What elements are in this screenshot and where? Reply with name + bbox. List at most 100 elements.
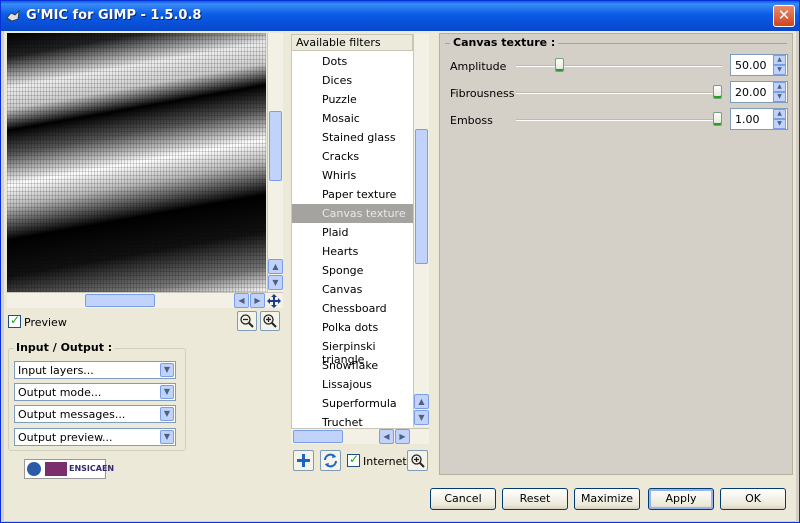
apply-button[interactable]: Apply xyxy=(648,488,714,510)
preview-scroll-left-button[interactable]: ◀ xyxy=(234,293,249,308)
filter-list-item[interactable]: Polka dots xyxy=(292,318,413,337)
preview-checkbox[interactable] xyxy=(8,313,21,328)
preview-horizontal-scrollbar[interactable]: ◀ ▶ xyxy=(7,292,283,308)
refresh-icon xyxy=(324,453,337,468)
filters-scroll-left-button[interactable]: ◀ xyxy=(379,429,394,444)
output-preview-value: Output preview... xyxy=(18,431,113,444)
amplitude-decrement-button[interactable]: ▼ xyxy=(773,65,786,75)
preview-scroll-right-button[interactable]: ▶ xyxy=(250,293,265,308)
refresh-filters-button[interactable] xyxy=(320,450,341,471)
filter-list-item[interactable]: Cracks xyxy=(292,147,413,166)
filter-list-item[interactable]: Hearts xyxy=(292,242,413,261)
add-icon xyxy=(297,454,310,467)
preview-scroll-down-button[interactable]: ▼ xyxy=(268,275,283,290)
preview-scroll-up-button[interactable]: ▲ xyxy=(268,259,283,274)
filters-header: Available filters (361) : xyxy=(291,34,413,62)
emboss-value[interactable]: 1.00 xyxy=(735,113,760,126)
zoom-out-button[interactable] xyxy=(237,311,257,331)
zoom-in-icon xyxy=(411,454,425,468)
filter-list-item[interactable]: Chessboard xyxy=(292,299,413,318)
emboss-decrement-button[interactable]: ▼ xyxy=(773,119,786,129)
filter-search-button[interactable] xyxy=(407,450,428,471)
filter-list-item[interactable]: Superformula xyxy=(292,394,413,413)
gmic-window: G'MIC for GIMP - 1.5.0.8 ✕ ▲ ▼ ◀ ▶ Previ… xyxy=(0,0,800,523)
window-title: G'MIC for GIMP - 1.5.0.8 xyxy=(26,8,202,23)
reset-button[interactable]: Reset xyxy=(502,488,568,510)
filter-list-item[interactable]: Dots xyxy=(292,52,413,71)
move-cross-icon[interactable] xyxy=(267,294,281,308)
amplitude-increment-button[interactable]: ▲ xyxy=(773,55,786,65)
chevron-down-icon[interactable]: ▼ xyxy=(160,430,174,444)
amplitude-spinbox[interactable]: 50.00 ▲ ▼ xyxy=(730,54,788,76)
output-messages-combo[interactable]: Output messages... ▼ xyxy=(14,405,176,423)
chevron-down-icon[interactable]: ▼ xyxy=(160,385,174,399)
emboss-slider-thumb[interactable] xyxy=(713,112,722,126)
filter-list-item[interactable]: Snowflake xyxy=(292,356,413,375)
chevron-down-icon[interactable]: ▼ xyxy=(160,363,174,377)
maximize-button[interactable]: Maximize xyxy=(574,488,640,510)
internet-checkbox[interactable] xyxy=(347,452,360,467)
filters-vertical-scrollbar[interactable]: ▲ ▼ xyxy=(413,34,429,427)
filter-list-item[interactable]: Canvas xyxy=(292,280,413,299)
input-output-title: Input / Output : xyxy=(14,341,115,354)
preview-image[interactable] xyxy=(7,33,266,292)
fibrousness-slider-track[interactable] xyxy=(516,92,722,94)
internet-checkbox-label[interactable]: Internet xyxy=(363,455,407,468)
preview-vertical-scroll-thumb[interactable] xyxy=(269,111,282,181)
filter-list-item[interactable]: Dices xyxy=(292,71,413,90)
filter-list-item[interactable]: Mosaic xyxy=(292,109,413,128)
greyc-logo-mark xyxy=(45,462,67,476)
fibrousness-decrement-button[interactable]: ▼ xyxy=(773,92,786,102)
filter-list-item[interactable]: Lissajous xyxy=(292,375,413,394)
fibrousness-increment-button[interactable]: ▲ xyxy=(773,82,786,92)
input-layers-combo[interactable]: Input layers... ▼ xyxy=(14,361,176,379)
zoom-out-icon xyxy=(240,314,254,328)
title-bar[interactable]: G'MIC for GIMP - 1.5.0.8 ✕ xyxy=(1,1,799,31)
close-button[interactable]: ✕ xyxy=(773,5,795,27)
emboss-spinbox[interactable]: 1.00 ▲ ▼ xyxy=(730,108,788,130)
fibrousness-value[interactable]: 20.00 xyxy=(735,86,767,99)
input-layers-value: Input layers... xyxy=(18,364,94,377)
filters-horizontal-scrollbar[interactable]: ◀ ▶ xyxy=(291,428,429,444)
output-preview-combo[interactable]: Output preview... ▼ xyxy=(14,428,176,446)
amplitude-slider-thumb[interactable] xyxy=(555,58,565,72)
filter-list-item[interactable]: Stained glass xyxy=(292,128,413,147)
filter-list-item[interactable]: Truchet xyxy=(292,413,413,428)
output-mode-combo[interactable]: Output mode... ▼ xyxy=(14,383,176,401)
filter-list-item[interactable]: Paper texture xyxy=(292,185,413,204)
amplitude-value[interactable]: 50.00 xyxy=(735,59,767,72)
fibrousness-spinbox[interactable]: 20.00 ▲ ▼ xyxy=(730,81,788,103)
preview-vertical-scrollbar[interactable]: ▲ ▼ xyxy=(267,33,283,292)
filters-vertical-scroll-thumb[interactable] xyxy=(415,129,428,264)
gmic-ensicaen-logo: ENSICAEN xyxy=(24,459,114,479)
filters-horizontal-scroll-thumb[interactable] xyxy=(293,430,343,443)
filter-parameters-panel: Canvas texture : Amplitude 50.00 ▲ ▼ Fib… xyxy=(439,33,793,475)
filter-list-item[interactable]: Whirls xyxy=(292,166,413,185)
preview-horizontal-scroll-thumb[interactable] xyxy=(85,294,155,307)
gmic-logo-mark xyxy=(27,462,41,476)
filters-list[interactable]: Dots Dices Puzzle Mosaic Stained glass Cracks… xyxy=(291,51,413,428)
add-filter-button[interactable] xyxy=(293,450,314,471)
filter-list-item[interactable]: Plaid xyxy=(292,223,413,242)
emboss-slider-track[interactable] xyxy=(516,119,722,121)
filters-scroll-down-button[interactable]: ▼ xyxy=(414,410,429,425)
filter-list-item[interactable]: Sponge xyxy=(292,261,413,280)
preview-checkbox-label[interactable]: Preview xyxy=(24,316,67,329)
filter-list-item[interactable]: Canvas texture xyxy=(292,204,413,223)
fibrousness-label: Fibrousness xyxy=(450,87,515,100)
gmic-app-icon xyxy=(6,9,20,22)
zoom-in-button[interactable] xyxy=(260,311,280,331)
ok-button[interactable]: OK xyxy=(720,488,786,510)
chevron-down-icon[interactable]: ▼ xyxy=(160,407,174,421)
dialog-body: ▲ ▼ ◀ ▶ Preview xyxy=(4,31,796,521)
cancel-button[interactable]: Cancel xyxy=(430,488,496,510)
filters-scroll-right-button[interactable]: ▶ xyxy=(395,429,410,444)
emboss-label: Emboss xyxy=(450,114,493,127)
fibrousness-slider-thumb[interactable] xyxy=(713,85,722,99)
amplitude-slider-track[interactable] xyxy=(516,65,722,67)
filters-scroll-up-button[interactable]: ▲ xyxy=(414,394,429,409)
emboss-increment-button[interactable]: ▲ xyxy=(773,109,786,119)
zoom-in-icon xyxy=(263,314,277,328)
filter-list-item[interactable]: Sierpinski triangle xyxy=(292,337,413,366)
filter-list-item[interactable]: Puzzle xyxy=(292,90,413,109)
